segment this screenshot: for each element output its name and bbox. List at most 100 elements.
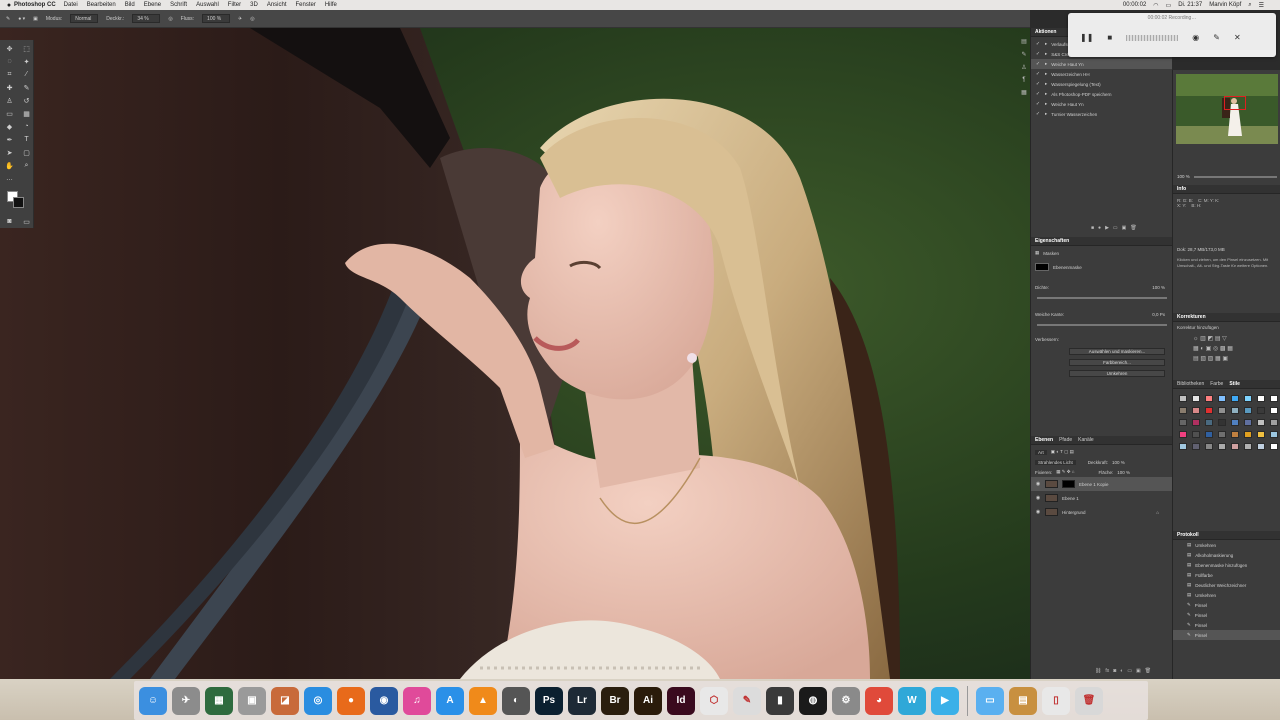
- color-swatch[interactable]: [1231, 395, 1239, 402]
- dock-word-icon[interactable]: W: [898, 686, 926, 715]
- layer-name[interactable]: Ebene 1: [1062, 496, 1079, 501]
- color-swatch[interactable]: [1218, 395, 1226, 402]
- spotlight-icon[interactable]: ⌕: [1248, 2, 1251, 9]
- pen-tool-icon[interactable]: ✒: [2, 134, 17, 145]
- layer-opacity-value[interactable]: 100 %: [1112, 460, 1125, 465]
- color-swatch[interactable]: [1205, 419, 1213, 426]
- history-item[interactable]: ▤ Ebenenmaske hinzufügen: [1173, 560, 1280, 570]
- delete-layer-icon[interactable]: 🗑: [1145, 668, 1151, 674]
- history-item[interactable]: ▤ Umkehren: [1173, 590, 1280, 600]
- healing-brush-tool-icon[interactable]: ✚: [2, 82, 17, 93]
- color-swatch[interactable]: [1231, 407, 1239, 414]
- dock-script-editor-icon[interactable]: ✎: [733, 686, 761, 715]
- dock-vlc-icon[interactable]: ▲: [469, 686, 497, 715]
- color-swatch[interactable]: [1192, 443, 1200, 450]
- menu-bild[interactable]: Bild: [125, 2, 135, 8]
- color-swatch[interactable]: [1257, 407, 1265, 414]
- quick-mask-icon[interactable]: ◙: [2, 216, 17, 227]
- color-swatch[interactable]: [1270, 395, 1278, 402]
- color-swatch[interactable]: [1231, 431, 1239, 438]
- menu-hilfe[interactable]: Hilfe: [325, 2, 337, 8]
- dock-system-preferences-icon[interactable]: ⚙: [832, 686, 860, 715]
- layer-filter-icons[interactable]: ▣ ◐ T ▢ ▤: [1051, 449, 1074, 455]
- color-swatch[interactable]: [1192, 431, 1200, 438]
- menu-bearbeiten[interactable]: Bearbeiten: [87, 2, 116, 8]
- play-icon[interactable]: ▶: [1105, 225, 1109, 231]
- tab-korrekturen[interactable]: Korrekturen: [1177, 314, 1206, 320]
- dock-screen-recorder-icon[interactable]: ◍: [799, 686, 827, 715]
- color-swatch[interactable]: [1205, 431, 1213, 438]
- menu-datei[interactable]: Datei: [64, 2, 78, 8]
- navigator-zoom-value[interactable]: 100 %: [1177, 174, 1190, 179]
- action-item[interactable]: ✓ ▸ Weiche Haut Yn: [1031, 99, 1172, 109]
- record-icon[interactable]: ●: [1098, 225, 1101, 231]
- dock-document-icon[interactable]: ▯: [1042, 686, 1070, 715]
- battery-icon[interactable]: ▭: [1166, 2, 1172, 9]
- brush-tool-icon[interactable]: ✎: [19, 82, 34, 93]
- brush-tool-icon[interactable]: ✎: [6, 16, 10, 22]
- color-swatch[interactable]: [1192, 419, 1200, 426]
- color-swatch[interactable]: [1205, 395, 1213, 402]
- history-item[interactable]: ✎ Pinsel: [1173, 630, 1280, 640]
- layer-filter-select[interactable]: Art: [1035, 449, 1047, 455]
- history-item[interactable]: ▤ Umkehren: [1173, 540, 1280, 550]
- dock-preview-icon[interactable]: ◪: [271, 686, 299, 715]
- dodge-tool-icon[interactable]: ◔: [19, 121, 34, 132]
- gradient-tool-icon[interactable]: ▦: [19, 108, 34, 119]
- action-item[interactable]: ✓ ▸ Als Photoshop-PDF speichern: [1031, 89, 1172, 99]
- crop-tool-icon[interactable]: ⌗: [2, 69, 17, 80]
- dock-photos-folder-icon[interactable]: ▣: [238, 686, 266, 715]
- menu-filter[interactable]: Filter: [228, 2, 241, 8]
- pen-icon[interactable]: ✎: [1213, 33, 1220, 42]
- color-swatch[interactable]: [1270, 407, 1278, 414]
- dock-chrome-icon[interactable]: ◕: [865, 686, 893, 715]
- glyphs-panel-icon[interactable]: ¶: [1022, 77, 1025, 83]
- navigator-view-box[interactable]: [1224, 96, 1246, 110]
- screen-mode-icon[interactable]: ▭: [19, 216, 34, 227]
- layer-mask-thumbnail[interactable]: [1062, 480, 1075, 488]
- color-swatch[interactable]: [1179, 443, 1187, 450]
- color-swatch[interactable]: [1244, 443, 1252, 450]
- deckkraft-field[interactable]: 34 %: [132, 14, 161, 23]
- background-color[interactable]: [13, 197, 24, 208]
- corrections-icons[interactable]: ☼ ▥ ◩ ▤ ▽ ▦ ◐ ▣ ◎ ▩ ▦ ▤ ▧ ▨ ▦ ▣: [1173, 332, 1280, 366]
- color-swatch[interactable]: [1244, 407, 1252, 414]
- tab-eigenschaften[interactable]: Eigenschaften: [1035, 238, 1069, 244]
- color-swatch[interactable]: [1218, 431, 1226, 438]
- tab-kanaele[interactable]: Kanäle: [1078, 437, 1094, 443]
- brushes-panel-icon[interactable]: ✎: [1021, 51, 1026, 58]
- delete-action-icon[interactable]: 🗑: [1130, 225, 1136, 231]
- menu-ansicht[interactable]: Ansicht: [267, 2, 287, 8]
- pressure-size-icon[interactable]: ◎: [250, 16, 254, 22]
- color-swatch[interactable]: [1179, 395, 1187, 402]
- navigator-preview[interactable]: [1176, 74, 1278, 144]
- pressure-opacity-icon[interactable]: ◎: [168, 16, 172, 22]
- dock-photoshop-icon[interactable]: Ps: [535, 686, 563, 715]
- visibility-eye-icon[interactable]: ◉: [1035, 481, 1041, 487]
- brush-preset-picker[interactable]: ● ▾: [18, 16, 25, 22]
- navigator-zoom-slider[interactable]: [1193, 175, 1277, 178]
- modus-select[interactable]: Normal: [70, 14, 99, 23]
- eyedropper-tool-icon[interactable]: ⁄: [19, 69, 34, 80]
- dock-app-store-icon[interactable]: A: [436, 686, 464, 715]
- dock-thunderbird-icon[interactable]: ◉: [370, 686, 398, 715]
- new-set-icon[interactable]: ▭: [1113, 225, 1118, 231]
- color-swatch[interactable]: [1244, 431, 1252, 438]
- camera-icon[interactable]: ◉: [1192, 33, 1199, 42]
- invert-button[interactable]: Umkehren: [1069, 370, 1165, 377]
- wifi-icon[interactable]: ◠: [1153, 2, 1158, 9]
- notification-icon[interactable]: ☰: [1259, 2, 1264, 9]
- lasso-tool-icon[interactable]: ◌: [2, 56, 17, 67]
- mask-thumbnail[interactable]: [1035, 263, 1049, 271]
- menubar-user[interactable]: Marvin Köpf: [1209, 2, 1241, 8]
- color-swatch[interactable]: [1257, 395, 1265, 402]
- document-canvas[interactable]: [0, 28, 1030, 679]
- swatches-panel-icon[interactable]: ▦: [1021, 89, 1027, 96]
- color-swatch[interactable]: [1192, 407, 1200, 414]
- menubar-time[interactable]: Di. 21:37: [1178, 2, 1202, 8]
- action-item[interactable]: ✓ ▸ Wasserzeichen HH: [1031, 69, 1172, 79]
- tab-bibliotheken[interactable]: Bibliotheken: [1177, 381, 1204, 387]
- flaeche-value[interactable]: 100 %: [1117, 470, 1130, 475]
- kante-value[interactable]: 0,0 Px: [1152, 312, 1165, 317]
- tab-pfade[interactable]: Pfade: [1059, 437, 1072, 443]
